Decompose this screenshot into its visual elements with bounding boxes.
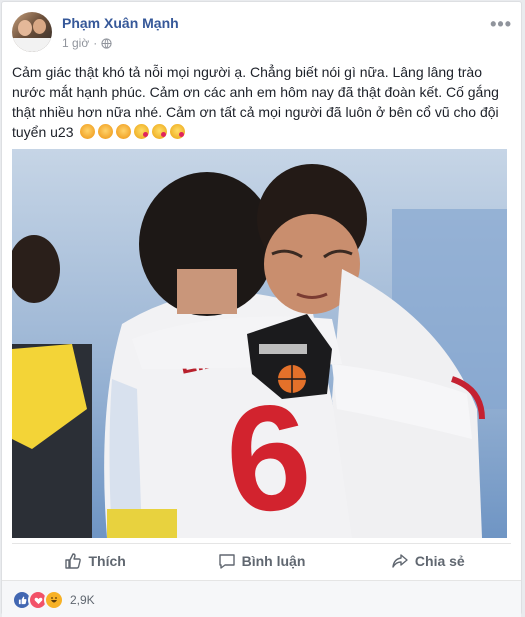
action-bar: Thích Bình luận Chia sẻ <box>12 545 511 577</box>
post-text: Cảm giác thật khó tả nỗi mọi người ạ. Ch… <box>12 62 507 142</box>
divider <box>12 543 511 544</box>
avatar[interactable] <box>12 12 52 52</box>
post-card: Phạm Xuân Mạnh 1 giờ · ••• Cảm giác thật… <box>1 1 522 617</box>
post-header: Phạm Xuân Mạnh 1 giờ · ••• <box>12 12 512 56</box>
comment-button[interactable]: Bình luận <box>178 545 344 577</box>
clapping-hands-icon <box>98 124 114 139</box>
more-options-icon[interactable]: ••• <box>490 14 512 35</box>
face-blowing-kiss-icon <box>170 124 186 139</box>
author-name[interactable]: Phạm Xuân Mạnh <box>62 15 179 31</box>
like-label: Thích <box>88 553 126 569</box>
face-blowing-kiss-icon <box>134 124 150 139</box>
share-label: Chia sẻ <box>414 553 465 569</box>
face-blowing-kiss-icon <box>152 124 168 139</box>
thumbs-up-icon <box>65 553 82 569</box>
reactions-bar: 2,9K <box>2 580 521 617</box>
clapping-hands-icon <box>80 124 96 139</box>
post-time[interactable]: 1 giờ <box>62 36 89 50</box>
photo-illustration: L.X.TR 6 <box>12 149 507 538</box>
globe-icon[interactable] <box>101 37 112 49</box>
like-button[interactable]: Thích <box>12 545 178 577</box>
haha-reaction-icon <box>44 590 64 610</box>
share-icon <box>392 554 408 568</box>
share-button[interactable]: Chia sẻ <box>345 545 511 577</box>
reactions-summary[interactable]: 2,9K <box>12 590 95 610</box>
post-meta: 1 giờ · <box>62 36 112 50</box>
post-photo[interactable]: L.X.TR 6 <box>12 149 507 538</box>
comment-label: Bình luận <box>241 553 306 569</box>
reaction-count[interactable]: 2,9K <box>70 593 95 607</box>
clapping-hands-icon <box>116 124 132 139</box>
comment-icon <box>218 554 235 569</box>
